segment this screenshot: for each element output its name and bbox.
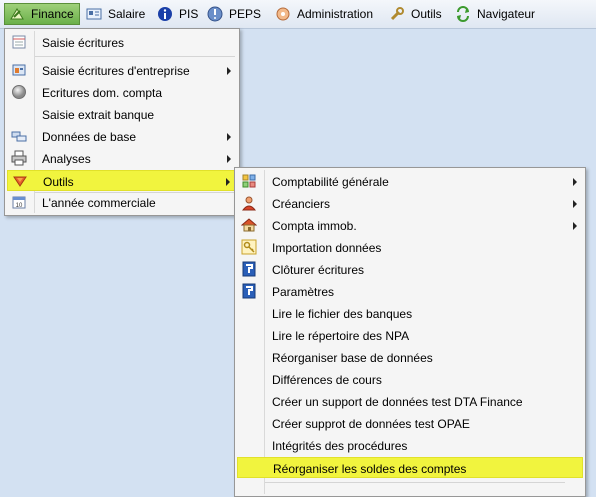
menu-outils-label: Outils <box>411 7 442 21</box>
menu-peps-label: PEPS <box>229 7 262 21</box>
menu-item-label: Différences de cours <box>272 373 382 387</box>
submenu-arrow-icon <box>227 155 231 163</box>
menu-item-label: Créer supprot de données test OPAE <box>272 417 470 431</box>
finance-icon <box>9 6 25 22</box>
menu-item-outils[interactable]: Outils <box>7 170 237 191</box>
calendar-icon: 10 <box>11 194 27 210</box>
submenu-arrow-icon <box>227 133 231 141</box>
menu-finance[interactable]: Finance <box>4 3 80 25</box>
submenu-item-creanciers[interactable]: Créanciers <box>237 193 583 214</box>
submenu-arrow-icon <box>227 67 231 75</box>
menu-separator <box>35 56 235 57</box>
menu-item-label: Outils <box>43 175 74 189</box>
menu-item-donnees-de-base[interactable]: Données de base <box>7 126 237 147</box>
menu-peps[interactable]: PEPS <box>207 3 261 25</box>
company-entries-icon <box>11 62 27 78</box>
menu-item-label: Saisie écritures d'entreprise <box>42 64 190 78</box>
finance-dropdown-menu: Saisie écritures Saisie écritures d'entr… <box>4 28 240 216</box>
submenu-item-creer-support-opae[interactable]: Créer supprot de données test OPAE <box>237 413 583 434</box>
submenu-item-parametres[interactable]: Paramètres <box>237 281 583 302</box>
menu-outils[interactable]: Outils <box>389 3 442 25</box>
submenu-item-cloturer-ecritures[interactable]: Clôturer écritures <box>237 259 583 280</box>
menu-item-annee-commerciale[interactable]: 10 L'année commerciale <box>7 192 237 213</box>
menu-item-label: Réorganiser base de données <box>272 351 433 365</box>
menu-item-ecritures-dom-compta[interactable]: Ecritures dom. compta <box>7 82 237 103</box>
menu-item-saisie-ecritures-entreprise[interactable]: Saisie écritures d'entreprise <box>7 60 237 81</box>
administration-icon <box>275 6 291 22</box>
printer-icon <box>11 150 27 166</box>
tools-icon <box>12 173 28 189</box>
submenu-item-reorganiser-soldes[interactable]: Réorganiser les soldes des comptes <box>237 457 583 478</box>
submenu-arrow-icon <box>226 178 230 186</box>
key-icon <box>241 239 257 255</box>
menu-item-label: Données de base <box>42 130 137 144</box>
menu-item-label: Ecritures dom. compta <box>42 86 163 100</box>
submenu-item-lire-fichier-banques[interactable]: Lire le fichier des banques <box>237 303 583 324</box>
menu-item-label: Importation données <box>272 241 382 255</box>
menu-item-label: Réorganiser les soldes des comptes <box>273 462 467 476</box>
menu-finance-label: Finance <box>31 7 74 21</box>
menu-pis-label: PIS <box>179 7 199 21</box>
menu-navigateur-label: Navigateur <box>477 7 536 21</box>
menu-item-label: Créer un support de données test DTA Fin… <box>272 395 523 409</box>
parameters-icon <box>241 283 257 299</box>
submenu-item-creer-support-dta[interactable]: Créer un support de données test DTA Fin… <box>237 391 583 412</box>
menu-salaire-label: Salaire <box>108 7 146 21</box>
menu-item-label: Intégrités des procédures <box>272 439 408 453</box>
wrench-icon <box>389 6 405 22</box>
menu-item-label: Clôturer écritures <box>272 263 365 277</box>
menu-item-label: Comptabilité générale <box>272 175 389 189</box>
menu-item-saisie-ecritures[interactable]: Saisie écritures <box>7 32 237 53</box>
menu-item-saisie-extrait-banque[interactable]: Saisie extrait banque <box>7 104 237 125</box>
submenu-item-importation-donnees[interactable]: Importation données <box>237 237 583 258</box>
submenu-item-differences-de-cours[interactable]: Différences de cours <box>237 369 583 390</box>
submenu-arrow-icon <box>573 178 577 186</box>
close-entries-icon <box>241 261 257 277</box>
base-data-icon <box>11 128 27 144</box>
salary-card-icon <box>86 6 102 22</box>
svg-text:10: 10 <box>16 203 23 209</box>
menu-navigateur[interactable]: Navigateur <box>455 3 535 25</box>
menu-bar: Finance Salaire PIS PEPS Administration … <box>0 0 596 29</box>
submenu-item-reorganiser-base[interactable]: Réorganiser base de données <box>237 347 583 368</box>
menu-administration-label: Administration <box>297 7 374 21</box>
menu-item-label: Créanciers <box>272 197 331 211</box>
ledger-icon <box>241 173 257 189</box>
menu-item-analyses[interactable]: Analyses <box>7 148 237 169</box>
submenu-arrow-icon <box>573 222 577 230</box>
submenu-item-integrites-procedures[interactable]: Intégrités des procédures <box>237 435 583 456</box>
outils-submenu: Comptabilité générale Créanciers Compta … <box>234 167 586 497</box>
submenu-arrow-icon <box>573 200 577 208</box>
menu-item-label: Analyses <box>42 152 91 166</box>
menu-item-label: Lire le fichier des banques <box>272 307 413 321</box>
menu-separator <box>265 482 565 483</box>
menu-item-label: Saisie extrait banque <box>42 108 155 122</box>
menu-item-label: Compta immob. <box>272 219 357 233</box>
submenu-item-comptabilite-generale[interactable]: Comptabilité générale <box>237 171 583 192</box>
house-icon <box>240 217 258 233</box>
menu-item-label: Lire le répertoire des NPA <box>272 329 410 343</box>
menu-item-label: Paramètres <box>272 285 335 299</box>
disc-icon <box>11 84 27 100</box>
menu-item-label: L'année commerciale <box>42 196 156 210</box>
submenu-item-lire-repertoire-npa[interactable]: Lire le répertoire des NPA <box>237 325 583 346</box>
menu-administration[interactable]: Administration <box>275 3 373 25</box>
peps-icon <box>207 6 223 22</box>
menu-pis[interactable]: PIS <box>157 3 198 25</box>
info-icon <box>157 6 173 22</box>
menu-item-label: Saisie écritures <box>42 36 125 50</box>
navigator-icon <box>455 6 471 22</box>
submenu-item-compta-immob[interactable]: Compta immob. <box>237 215 583 236</box>
journal-icon <box>11 34 27 50</box>
menu-salaire[interactable]: Salaire <box>86 3 145 25</box>
creditor-icon <box>241 195 257 211</box>
